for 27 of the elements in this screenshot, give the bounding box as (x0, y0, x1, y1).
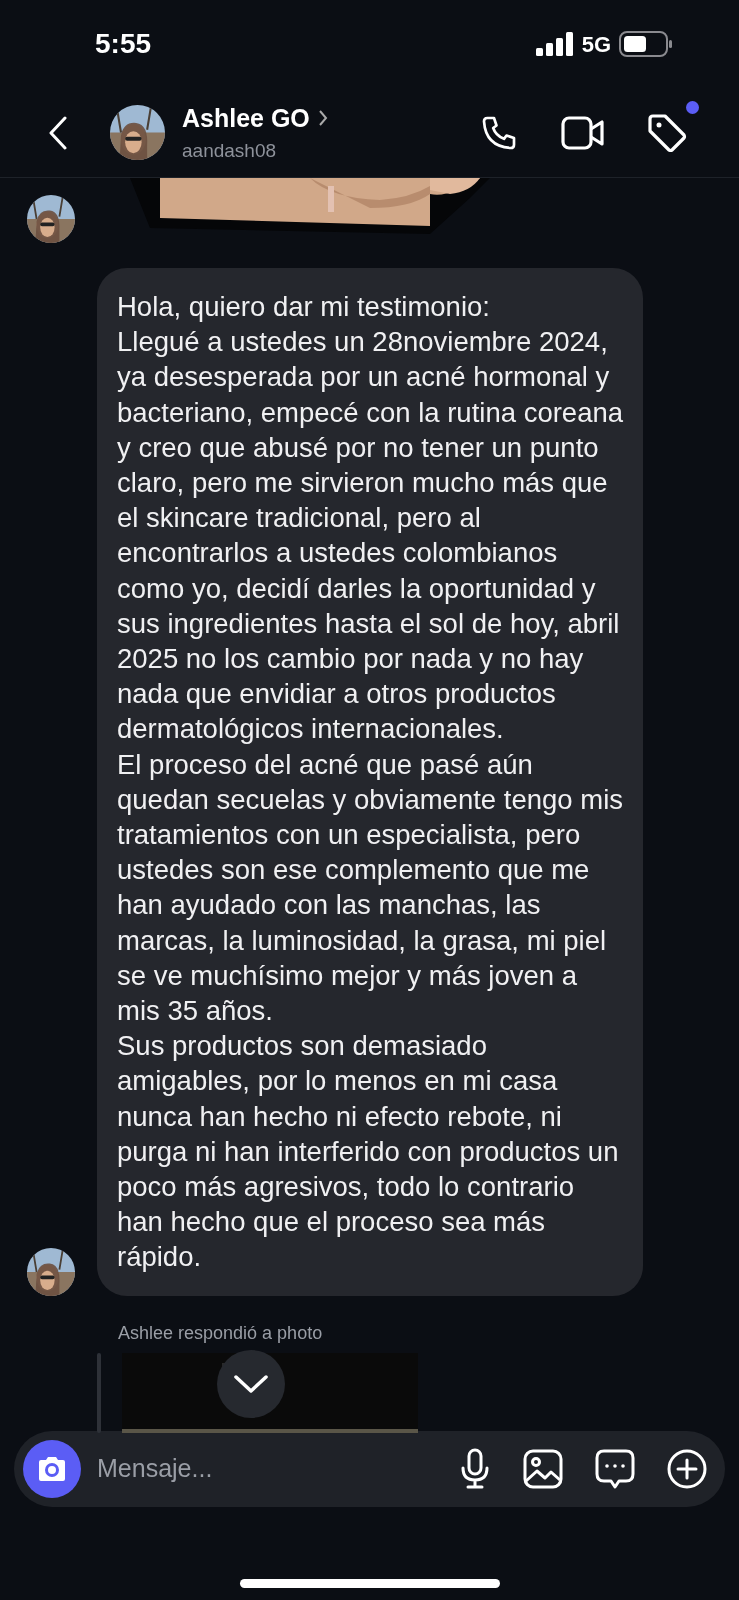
sender-avatar (27, 195, 75, 243)
add-icon[interactable] (667, 1448, 707, 1489)
microphone-icon[interactable] (459, 1447, 491, 1490)
message-text: Hola, quiero dar mi testimonio: (117, 290, 491, 324)
message-input[interactable]: Mensaje... (97, 1449, 459, 1488)
message-text: Llegué a ustedes un 28noviembre 2024, ya desesperada por un acné hormonal y bacteriano, empecé con la rutina coreana y creo que abusé por no tener un punto claro, pero me sirvieron mucho más que el skincare tradicional, pero al encontrarlos a ustedes colombianos como yo, decidí darles la oportunidad y sus ingredientes hasta el sol de hoy, abril 2025 no los cambio por nada y no hay nada que envidiar a otros productos dermatológicos internacionales. (117, 325, 623, 747)
camera-button[interactable] (23, 1439, 81, 1498)
reply-label: Ashlee respondió a photo (118, 1322, 323, 1343)
network-label: 5G (581, 30, 611, 59)
video-camera-icon[interactable] (561, 115, 605, 150)
back-icon (48, 115, 68, 150)
contact-name[interactable]: Ashlee GO (182, 99, 310, 137)
signal-icon (535, 32, 574, 56)
message-text: El proceso del acné que pasé aún quedan secuelas y obviamente tengo mis tratamientos con un especialista, pero ustedes son ese complemento que me han ayudado con las manchas, las marcas, la luminosidad, la grasa, mi piel se ve muchísimo mejor y más joven a mis 35 años. (117, 747, 623, 1029)
sender-avatar (27, 1247, 75, 1296)
battery-icon (619, 31, 673, 57)
image-icon[interactable] (523, 1448, 563, 1489)
chevron-right-icon (317, 109, 328, 128)
contact-username: aandash08 (182, 139, 278, 163)
chat-bubble-icon[interactable] (595, 1448, 635, 1489)
message-text: Sus productos son demasiado amigables, por lo menos en mi casa nunca han hecho ni efecto rebote, ni purga ni han interferido con productos un poco más agresivos, todo lo contrario han hecho que el proceso sea más rápido. (117, 1029, 620, 1275)
chevron-down-icon (234, 1373, 268, 1394)
camera-icon (36, 1454, 68, 1483)
message-field[interactable]: Mensaje... (14, 1430, 725, 1507)
contact-avatar (110, 105, 165, 160)
tag-icon[interactable] (647, 112, 687, 153)
status-time: 5:55 (95, 27, 152, 61)
